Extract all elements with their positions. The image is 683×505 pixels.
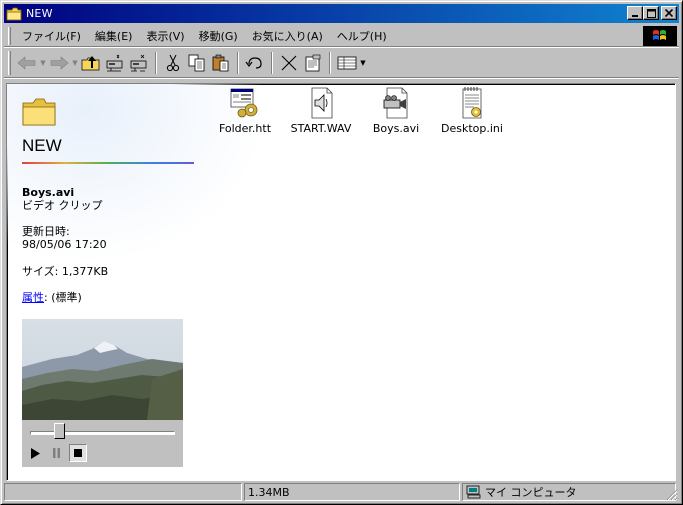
file-item[interactable]: Folder.htt	[208, 84, 282, 135]
pause-icon	[52, 448, 60, 458]
media-preview	[22, 319, 183, 467]
status-panel-size: 1.34MB	[244, 483, 460, 501]
toolbar-separator	[237, 51, 239, 74]
file-list: Folder.htt START.WAV Boys.avi Desktop.in…	[207, 84, 675, 144]
status-panel-objects	[4, 483, 242, 501]
menu-edit[interactable]: 編集(E)	[88, 28, 140, 44]
back-button[interactable]	[16, 52, 38, 74]
file-item[interactable]: Desktop.ini	[435, 84, 509, 135]
properties-button[interactable]	[302, 52, 324, 74]
toolbar-separator	[271, 51, 273, 74]
undo-icon	[245, 56, 262, 69]
copy-icon	[188, 54, 205, 71]
stop-icon	[74, 449, 82, 457]
attributes-value: : (標準)	[44, 291, 82, 304]
html-template-icon	[229, 86, 261, 120]
file-item[interactable]: START.WAV	[284, 84, 358, 135]
folder-icon	[6, 7, 22, 21]
menu-file[interactable]: ファイル(F)	[15, 28, 88, 44]
properties-icon	[305, 54, 321, 71]
settings-file-icon	[456, 86, 488, 120]
maximize-button[interactable]	[643, 6, 659, 20]
close-icon	[665, 9, 673, 17]
window-title: NEW	[26, 7, 53, 20]
attributes-link[interactable]: 属性	[22, 291, 44, 304]
menu-view[interactable]: 表示(V)	[139, 28, 191, 44]
map-drive-icon	[106, 54, 123, 71]
my-computer-icon	[466, 485, 481, 499]
paste-button[interactable]	[210, 52, 232, 74]
cut-icon	[166, 54, 180, 71]
status-bar: 1.34MB マイ コンピュータ	[4, 483, 679, 502]
toolbar: ▼ ▼ ▼	[4, 48, 679, 78]
close-button[interactable]	[661, 6, 677, 20]
seek-track[interactable]	[30, 431, 175, 435]
disconnect-drive-button[interactable]	[128, 52, 150, 74]
menu-favorites[interactable]: お気に入り(A)	[245, 28, 330, 44]
file-name: Boys.avi	[372, 122, 420, 135]
folder-title: NEW	[22, 136, 62, 155]
map-drive-button[interactable]	[104, 52, 126, 74]
stop-button[interactable]	[69, 444, 87, 462]
paste-icon	[212, 54, 229, 71]
selected-file-type: ビデオ クリップ	[22, 199, 103, 212]
modified-value: 98/05/06 17:20	[22, 238, 107, 251]
maximize-icon	[646, 8, 656, 18]
file-name: Folder.htt	[218, 122, 272, 135]
explorer-window: NEW ファイル(F) 編集(E) 表示(V) 移動(G) お気に入り(A) ヘ…	[0, 0, 683, 505]
resize-grip-icon[interactable]	[666, 489, 678, 501]
selected-file-name: Boys.avi	[22, 186, 75, 199]
menu-bar: ファイル(F) 編集(E) 表示(V) 移動(G) お気に入り(A) ヘルプ(H…	[4, 25, 679, 47]
title-underline	[22, 162, 194, 164]
status-panel-zone: マイ コンピュータ	[462, 483, 676, 501]
zone-label: マイ コンピュータ	[485, 486, 577, 499]
minimize-button[interactable]	[627, 6, 643, 20]
windows-flag-icon	[653, 30, 666, 40]
views-button[interactable]	[336, 52, 358, 74]
menu-go[interactable]: 移動(G)	[192, 28, 245, 44]
toolbar-grip[interactable]	[8, 50, 11, 75]
disconnect-drive-icon	[130, 54, 147, 71]
file-size: サイズ: 1,377KB	[22, 265, 109, 278]
windows-logo	[643, 26, 677, 46]
minimize-icon	[632, 15, 638, 17]
menu-help[interactable]: ヘルプ(H)	[330, 28, 394, 44]
video-preview	[22, 319, 183, 420]
menu-grip[interactable]	[8, 26, 11, 45]
pause-button[interactable]	[47, 444, 65, 462]
forward-button[interactable]	[48, 52, 70, 74]
cut-button[interactable]	[162, 52, 184, 74]
title-bar[interactable]: NEW	[4, 4, 679, 23]
mountain-landscape-image	[22, 319, 183, 420]
undo-button[interactable]	[244, 52, 266, 74]
sound-file-icon	[305, 86, 337, 120]
forward-icon	[50, 55, 69, 70]
toolbar-separator	[155, 51, 157, 74]
web-view-pane: NEW Boys.avi ビデオ クリップ 更新日時: 98/05/06 17:…	[7, 84, 267, 480]
video-file-icon	[380, 86, 412, 120]
delete-button[interactable]	[278, 52, 300, 74]
seek-thumb[interactable]	[54, 423, 66, 439]
views-icon	[337, 56, 357, 69]
file-name: START.WAV	[290, 122, 352, 135]
delete-icon	[281, 55, 297, 70]
play-icon	[31, 447, 40, 459]
copy-button[interactable]	[186, 52, 208, 74]
play-button[interactable]	[26, 444, 44, 462]
views-dropdown[interactable]: ▼	[359, 52, 367, 74]
up-folder-icon	[81, 55, 100, 70]
folder-view[interactable]: NEW Boys.avi ビデオ クリップ 更新日時: 98/05/06 17:…	[6, 83, 676, 481]
toolbar-separator	[329, 51, 331, 74]
back-dropdown[interactable]: ▼	[39, 52, 47, 74]
up-folder-button[interactable]	[80, 52, 102, 74]
modified-label: 更新日時:	[22, 225, 70, 238]
file-name: Desktop.ini	[441, 122, 503, 135]
back-icon	[17, 55, 36, 70]
file-item[interactable]: Boys.avi	[359, 84, 433, 135]
large-folder-icon	[22, 98, 56, 126]
forward-dropdown[interactable]: ▼	[71, 52, 79, 74]
